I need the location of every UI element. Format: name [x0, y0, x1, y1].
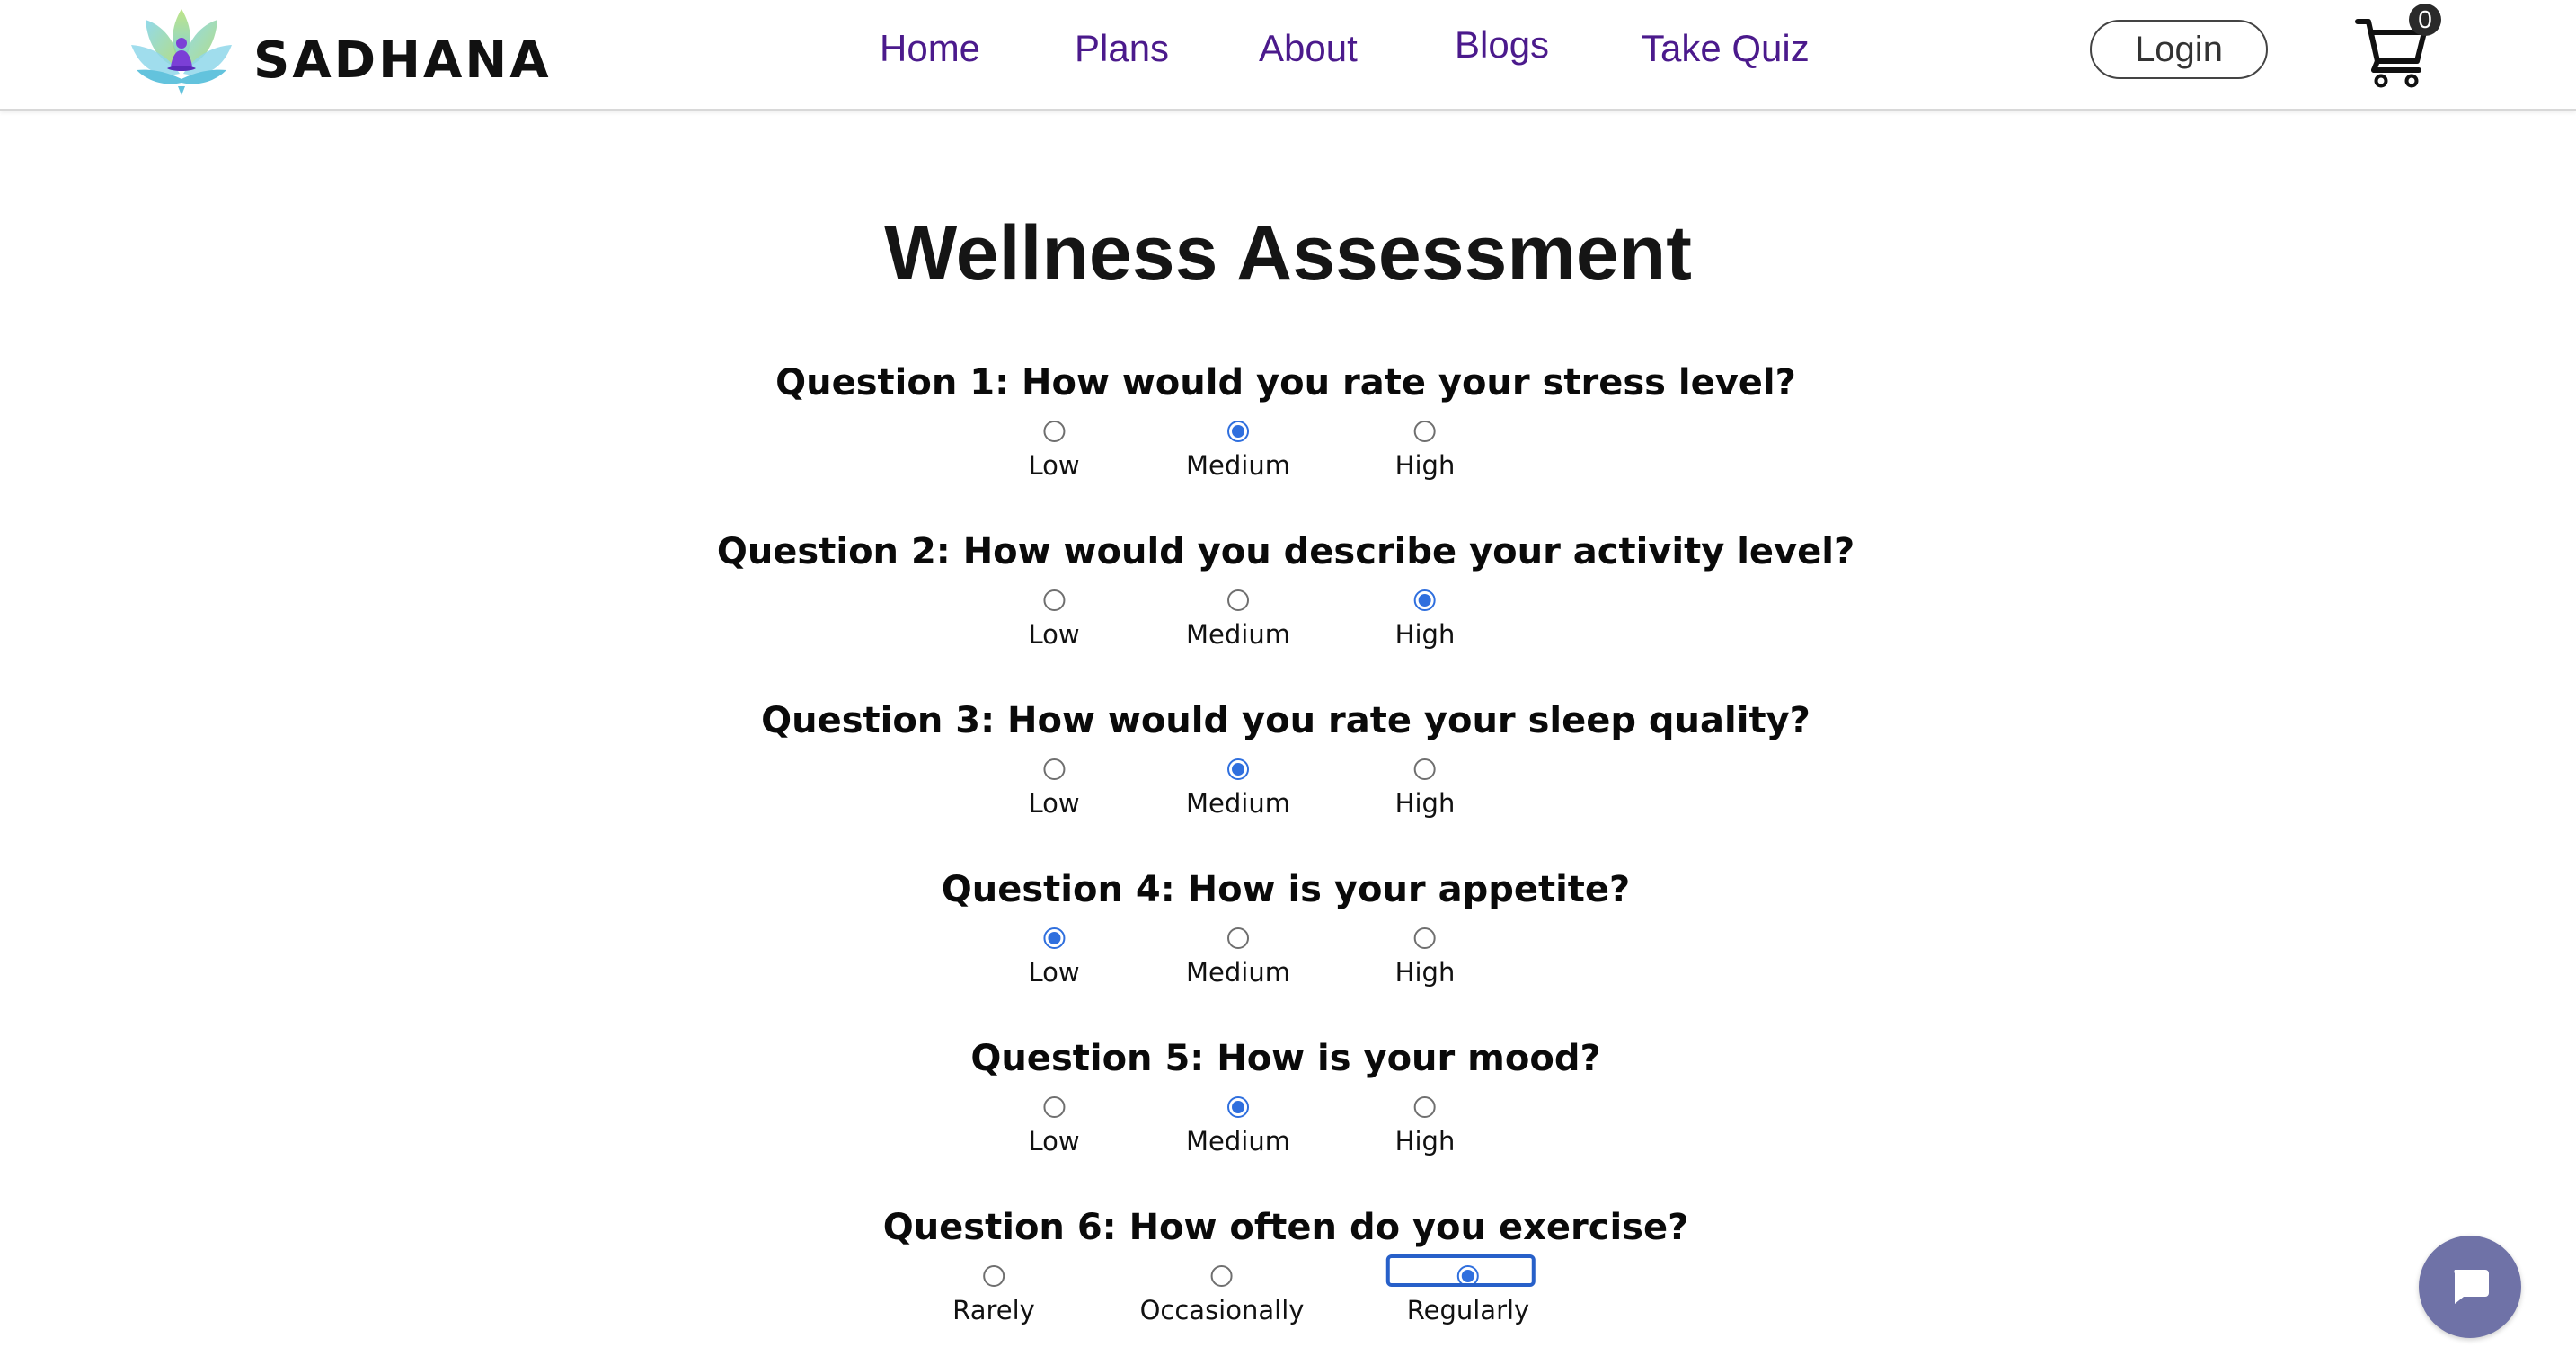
question-block: Question 5: How is your mood? Low Medium Hi… [0, 1035, 2576, 1188]
radio-label: Low [1028, 788, 1080, 819]
chat-bubble-icon [2454, 1270, 2489, 1304]
radio-label: Regularly [1406, 1295, 1530, 1325]
radio-option[interactable]: Low [1028, 758, 1080, 821]
cart-count-badge: 0 [2409, 4, 2441, 36]
radio-button[interactable] [1227, 421, 1249, 442]
radio-option[interactable]: Regularly [1385, 1254, 1536, 1328]
question-block: Question 6: How often do you exercise? Ra… [0, 1204, 2576, 1357]
question-block: Question 1: How would you rate your stre… [0, 359, 2576, 512]
radio-label: High [1394, 1126, 1456, 1157]
radio-label: Medium [1186, 788, 1290, 819]
radio-button[interactable] [1227, 589, 1249, 611]
nav-take-quiz[interactable]: Take Quiz [1642, 22, 1810, 75]
question-text: Question 1: How would you rate your stre… [775, 362, 1796, 403]
radio-option[interactable]: High [1394, 589, 1456, 652]
chat-button[interactable] [2419, 1236, 2521, 1338]
radio-button[interactable] [1414, 421, 1436, 442]
radio-label: Occasionally [1139, 1295, 1305, 1325]
radio-option[interactable]: Medium [1186, 1096, 1290, 1159]
login-button[interactable]: Login [2090, 20, 2268, 79]
question-text: Question 2: How would you describe your … [716, 531, 1855, 572]
brand-name[interactable]: SADHANA [253, 31, 552, 92]
radio-label: Low [1028, 619, 1080, 650]
question-block: Question 2: How would you describe your … [0, 528, 2576, 681]
radio-label: High [1394, 450, 1456, 481]
radio-button[interactable] [1042, 1096, 1065, 1118]
radio-button[interactable] [1414, 1096, 1436, 1118]
focus-ring [1385, 1254, 1536, 1287]
radio-label: Low [1028, 957, 1080, 988]
nav-about[interactable]: About [1259, 22, 1358, 75]
radio-button[interactable] [1042, 927, 1065, 949]
question-text: Question 3: How would you rate your slee… [761, 700, 1810, 741]
radio-button[interactable] [1227, 1096, 1249, 1118]
page-title: Wellness Assessment [884, 210, 1692, 297]
radio-label: Medium [1186, 957, 1290, 988]
question-block: Question 4: How is your appetite? Low Medi… [0, 866, 2576, 1019]
radio-label: High [1394, 788, 1456, 819]
radio-option[interactable]: Medium [1186, 589, 1290, 652]
question-block: Question 3: How would you rate your slee… [0, 697, 2576, 850]
radio-option[interactable]: Medium [1186, 421, 1290, 483]
radio-option[interactable]: Medium [1186, 927, 1290, 990]
radio-option[interactable]: Rarely [952, 1265, 1035, 1328]
radio-option[interactable]: High [1394, 1096, 1456, 1159]
radio-option[interactable]: Low [1028, 927, 1080, 990]
top-navbar: SADHANA Home Plans About Blogs Take Quiz… [0, 0, 2576, 111]
radio-button[interactable] [1414, 589, 1436, 611]
radio-button[interactable] [1042, 589, 1065, 611]
radio-label: Medium [1186, 619, 1290, 650]
radio-label: Medium [1186, 450, 1290, 481]
nav-blogs[interactable]: Blogs [1455, 18, 1549, 72]
question-text: Question 4: How is your appetite? [941, 869, 1631, 910]
radio-option[interactable]: Occasionally [1139, 1265, 1305, 1328]
radio-option[interactable]: Low [1028, 1096, 1080, 1159]
question-text: Question 5: How is your mood? [970, 1038, 1601, 1079]
nav-plans[interactable]: Plans [1075, 22, 1169, 75]
radio-label: Low [1028, 450, 1080, 481]
radio-option[interactable]: High [1394, 758, 1456, 821]
radio-button[interactable] [1414, 927, 1436, 949]
radio-option[interactable]: High [1394, 421, 1456, 483]
radio-button[interactable] [1227, 927, 1249, 949]
radio-button[interactable] [1042, 758, 1065, 780]
lotus-logo-icon[interactable] [128, 0, 235, 97]
radio-button[interactable] [982, 1265, 1005, 1287]
radio-label: Medium [1186, 1126, 1290, 1157]
radio-label: High [1394, 957, 1456, 988]
radio-option[interactable]: High [1394, 927, 1456, 990]
radio-button[interactable] [1210, 1265, 1233, 1287]
radio-label: High [1394, 619, 1456, 650]
question-text: Question 6: How often do you exercise? [882, 1207, 1689, 1248]
radio-button[interactable] [1414, 758, 1436, 780]
radio-option[interactable]: Low [1028, 421, 1080, 483]
nav-home[interactable]: Home [880, 22, 980, 75]
radio-button[interactable] [1042, 421, 1065, 442]
radio-label: Rarely [952, 1295, 1035, 1325]
radio-label: Low [1028, 1126, 1080, 1157]
radio-option[interactable]: Medium [1186, 758, 1290, 821]
radio-button[interactable] [1385, 1254, 1536, 1287]
radio-button[interactable] [1227, 758, 1249, 780]
radio-option[interactable]: Low [1028, 589, 1080, 652]
